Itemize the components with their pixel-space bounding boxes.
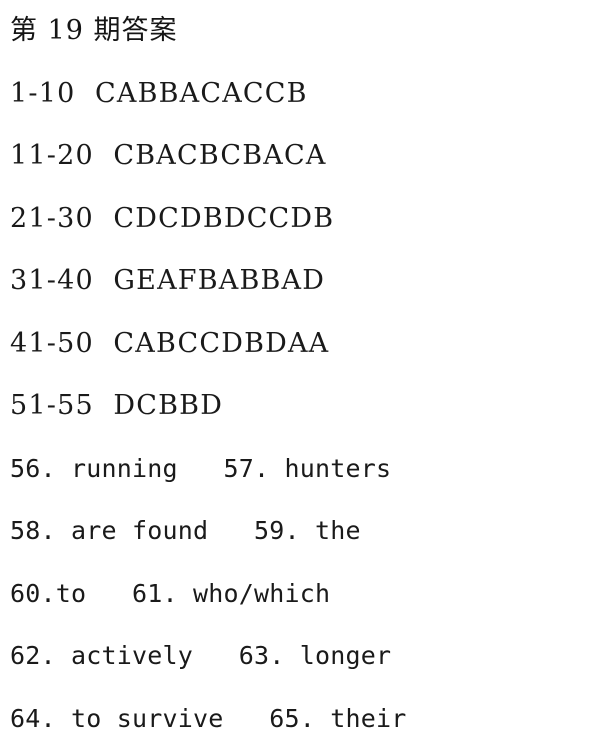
- page-title: 第 19 期答案: [10, 15, 178, 46]
- answer-line-58-59: 58. are found 59. the: [10, 516, 361, 545]
- answer-line-51-55: 51-55 DCBBD: [10, 390, 224, 421]
- answer-line-1-10: 1-10 CABBACACCB: [10, 77, 308, 109]
- answer-line-31-40: 31-40 GEAFBABBAD: [10, 265, 326, 296]
- answer-key-body: 第 19 期答案 1-10 CABBACACCB 11-20 CBACBCBAC…: [0, 0, 592, 750]
- answer-line-60-61: 60.to 61. who/which: [10, 578, 331, 608]
- answer-line-64-65: 64. to survive 65. their: [10, 703, 407, 733]
- answer-line-11-20: 11-20 CBACBCBACA: [10, 140, 327, 171]
- answer-line-41-50: 41-50 CABCCDBDAA: [10, 327, 330, 359]
- answer-key-page: 第 19 期答案 1-10 CABBACACCB 11-20 CBACBCBAC…: [0, 0, 592, 754]
- answer-line-56-57: 56. running 57. hunters: [10, 453, 392, 483]
- answer-line-21-30: 21-30 CDCDBDCCDB: [10, 202, 335, 234]
- answer-line-62-63: 62. actively 63. longer: [10, 641, 392, 670]
